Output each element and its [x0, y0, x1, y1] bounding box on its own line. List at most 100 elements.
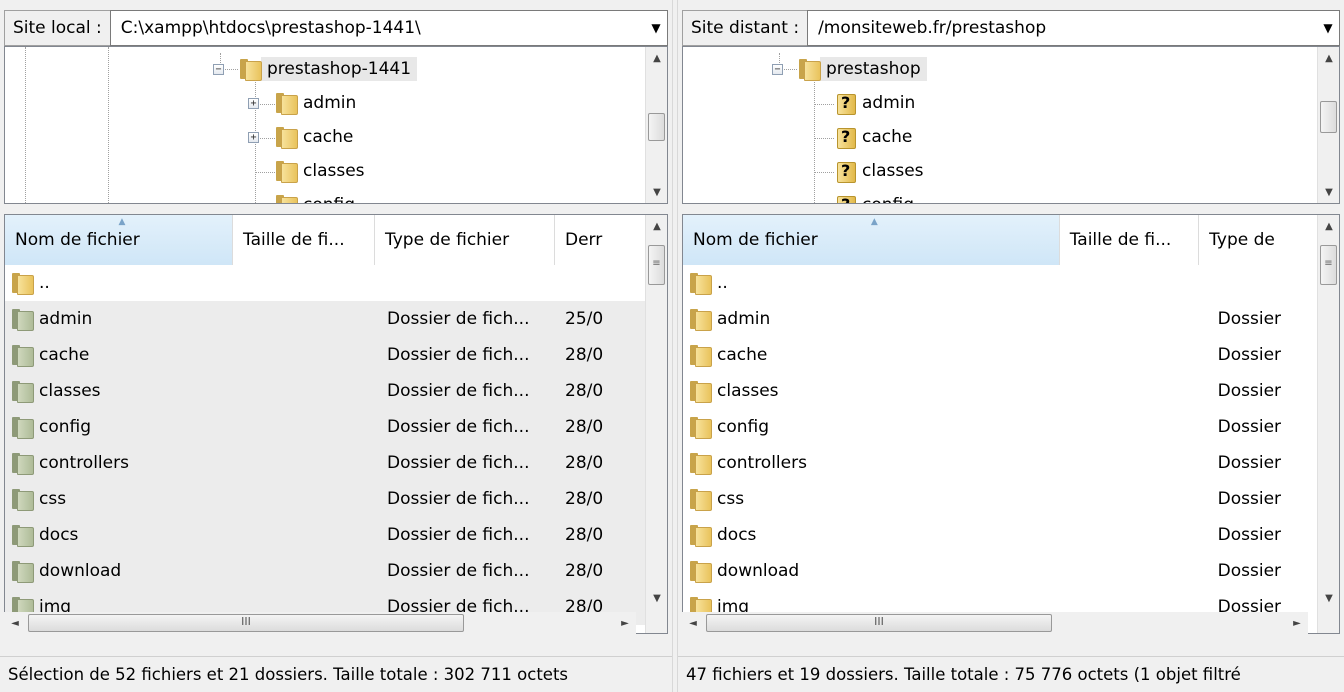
scroll-thumb[interactable]: III	[28, 614, 464, 632]
scroll-up-icon[interactable]: ▲	[646, 215, 667, 237]
local-path-combobox[interactable]: C:\xampp\htdocs\prestashop-1441\ ▼	[109, 10, 668, 46]
chevron-down-icon[interactable]: ▼	[1317, 11, 1339, 45]
cell-filename: docs	[5, 523, 375, 547]
scroll-up-icon[interactable]: ▲	[1318, 47, 1339, 69]
scroll-left-icon[interactable]: ◄	[682, 612, 704, 634]
list-item[interactable]: download Dossier de fich... 28/0	[5, 553, 645, 589]
cell-type: Dossier	[1217, 417, 1282, 437]
remote-rows: .. admin Dossier cache Dossier classes Dossier…	[683, 265, 1317, 633]
remote-list-scrollbar[interactable]: ▲ ≡ ▼	[1317, 215, 1339, 633]
list-item[interactable]: docs Dossier	[683, 517, 1317, 553]
scroll-up-icon[interactable]: ▲	[646, 47, 667, 69]
cell-type: Dossier de fich...	[387, 561, 530, 581]
cell-type: Dossier	[1217, 525, 1282, 545]
local-horizontal-scrollbar[interactable]: ◄ III ►	[4, 612, 636, 634]
list-item[interactable]: config Dossier	[683, 409, 1317, 445]
scroll-thumb[interactable]: ≡	[1320, 245, 1337, 285]
list-item[interactable]: controllers Dossier	[683, 445, 1317, 481]
folder-icon	[275, 125, 298, 149]
scroll-right-icon[interactable]: ►	[614, 612, 636, 634]
cell-type: Dossier	[1217, 453, 1282, 473]
cell-modified: 28/0	[565, 453, 604, 473]
chevron-down-icon[interactable]: ▼	[645, 11, 667, 45]
remote-horizontal-scrollbar[interactable]: ◄ III ►	[682, 612, 1308, 634]
list-item[interactable]: css Dossier	[683, 481, 1317, 517]
tree-node-label: config	[856, 193, 920, 203]
folder-icon	[11, 487, 34, 511]
column-filename[interactable]: ▲ Nom de fichier	[5, 215, 233, 265]
tree-node-label: prestashop	[820, 57, 927, 81]
list-item[interactable]: ..	[5, 265, 645, 301]
expand-icon[interactable]: +	[248, 132, 259, 143]
tree-node-admin[interactable]: ? admin	[834, 86, 921, 120]
remote-site-label: Site distant :	[682, 10, 808, 46]
list-item[interactable]: css Dossier de fich... 28/0	[5, 481, 645, 517]
unknown-folder-icon: ?	[834, 91, 856, 115]
list-item[interactable]: config Dossier de fich... 28/0	[5, 409, 645, 445]
scroll-thumb[interactable]: ≡	[648, 245, 665, 285]
scroll-right-icon[interactable]: ►	[1286, 612, 1308, 634]
tree-node-root[interactable]: prestashop	[798, 52, 927, 86]
scroll-down-icon[interactable]: ▼	[646, 181, 667, 203]
splitter[interactable]	[0, 204, 672, 214]
remote-path-value[interactable]: /monsiteweb.fr/prestashop	[818, 18, 1317, 38]
list-item[interactable]: cache Dossier de fich... 28/0	[5, 337, 645, 373]
cell-filename: download	[683, 559, 1206, 583]
column-type[interactable]: Type de fichier	[375, 215, 555, 265]
list-item[interactable]: download Dossier	[683, 553, 1317, 589]
column-filename[interactable]: ▲ Nom de fichier	[683, 215, 1060, 265]
tree-node-cache[interactable]: ? cache	[834, 120, 918, 154]
list-item[interactable]: cache Dossier	[683, 337, 1317, 373]
tree-node-label: classes	[862, 161, 924, 181]
list-item[interactable]: docs Dossier de fich... 28/0	[5, 517, 645, 553]
tree-node-config[interactable]: ? config	[834, 188, 920, 203]
expand-icon[interactable]: +	[248, 98, 259, 109]
local-path-value[interactable]: C:\xampp\htdocs\prestashop-1441\	[121, 18, 645, 38]
list-item[interactable]: admin Dossier	[683, 301, 1317, 337]
column-type[interactable]: Type de	[1199, 215, 1317, 265]
column-label: Derr	[565, 230, 603, 250]
local-list-scrollbar[interactable]: ▲ ≡ ▼	[645, 215, 667, 633]
cell-type: Dossier	[1217, 309, 1282, 329]
filename-text: download	[39, 561, 122, 581]
list-item[interactable]: admin Dossier de fich... 25/0	[5, 301, 645, 337]
filename-text: docs	[39, 525, 79, 545]
list-item[interactable]: ..	[683, 265, 1317, 301]
list-item[interactable]: controllers Dossier de fich... 28/0	[5, 445, 645, 481]
tree-node-admin[interactable]: admin	[275, 86, 362, 120]
scroll-up-icon[interactable]: ▲	[1318, 215, 1339, 237]
collapse-icon[interactable]: −	[772, 64, 783, 75]
list-item[interactable]: classes Dossier	[683, 373, 1317, 409]
filename-text: download	[717, 561, 800, 581]
list-item[interactable]: classes Dossier de fich... 28/0	[5, 373, 645, 409]
tree-node-classes[interactable]: ? classes	[834, 154, 930, 188]
collapse-icon[interactable]: −	[213, 64, 224, 75]
column-size[interactable]: Taille de fi...	[1059, 215, 1200, 265]
splitter[interactable]	[678, 204, 1344, 214]
tree-node-classes[interactable]: classes	[275, 154, 371, 188]
cell-filename: config	[5, 415, 375, 439]
folder-icon	[689, 271, 712, 295]
filename-text: docs	[717, 525, 757, 545]
remote-list-header: ▲ Nom de fichier Taille de fi... Type de	[683, 215, 1317, 265]
folder-icon	[689, 451, 712, 475]
folder-icon	[239, 57, 262, 81]
scroll-left-icon[interactable]: ◄	[4, 612, 26, 634]
scroll-thumb[interactable]	[1320, 101, 1337, 133]
tree-node-config[interactable]: config	[275, 188, 361, 203]
remote-path-combobox[interactable]: /monsiteweb.fr/prestashop ▼	[807, 10, 1340, 46]
local-tree-scrollbar[interactable]: ▲ ▼	[645, 47, 667, 203]
scroll-thumb[interactable]: III	[706, 614, 1052, 632]
scroll-down-icon[interactable]: ▼	[1318, 181, 1339, 203]
filename-text: admin	[717, 309, 771, 329]
column-size[interactable]: Taille de fi...	[233, 215, 375, 265]
tree-node-cache[interactable]: cache	[275, 120, 359, 154]
unknown-folder-icon: ?	[834, 193, 856, 203]
scroll-down-icon[interactable]: ▼	[1318, 587, 1339, 609]
cell-modified: 28/0	[565, 561, 604, 581]
remote-tree-scrollbar[interactable]: ▲ ▼	[1317, 47, 1339, 203]
scroll-down-icon[interactable]: ▼	[646, 587, 667, 609]
scroll-thumb[interactable]	[648, 113, 665, 141]
tree-node-root[interactable]: prestashop-1441	[239, 52, 418, 86]
column-modified[interactable]: Derr	[555, 215, 645, 265]
